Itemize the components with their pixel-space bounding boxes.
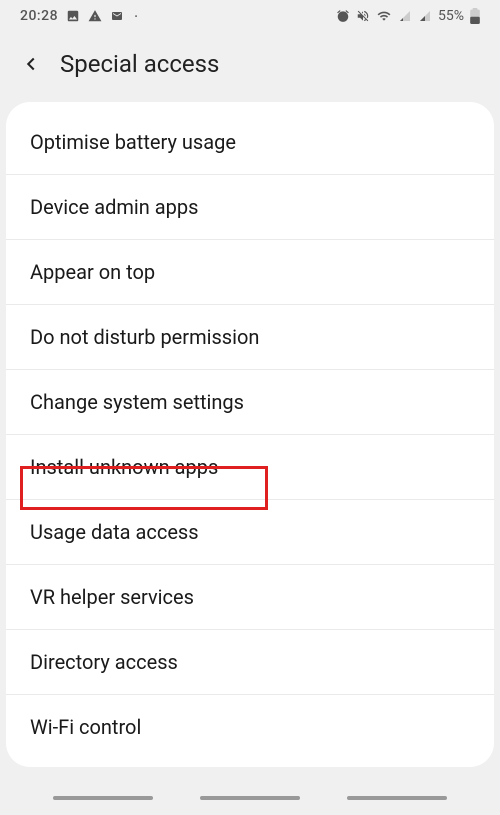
item-install-unknown-apps[interactable]: Install unknown apps: [6, 435, 494, 500]
status-left: 20:28 ·: [20, 7, 138, 26]
alarm-icon: [336, 9, 350, 23]
picture-icon: [66, 9, 80, 23]
item-label: Device admin apps: [30, 195, 198, 219]
item-label: Optimise battery usage: [30, 130, 236, 154]
item-optimise-battery-usage[interactable]: Optimise battery usage: [6, 110, 494, 175]
mute-icon: [356, 9, 370, 23]
item-label: Change system settings: [30, 390, 244, 414]
battery-percent: 55%: [438, 8, 464, 24]
item-appear-on-top[interactable]: Appear on top: [6, 240, 494, 305]
settings-list: Optimise battery usage Device admin apps…: [6, 102, 494, 767]
signal-icon-1: [398, 10, 412, 22]
battery-icon: [470, 8, 480, 24]
item-directory-access[interactable]: Directory access: [6, 630, 494, 695]
item-do-not-disturb-permission[interactable]: Do not disturb permission: [6, 305, 494, 370]
wifi-icon: [376, 9, 392, 23]
more-icon: ·: [134, 7, 138, 26]
item-label: Usage data access: [30, 520, 199, 544]
nav-home[interactable]: [200, 796, 300, 800]
page-title: Special access: [60, 50, 219, 78]
item-wifi-control[interactable]: Wi-Fi control: [6, 695, 494, 759]
navigation-bar: [0, 789, 500, 815]
nav-back[interactable]: [347, 796, 447, 800]
status-time: 20:28: [20, 8, 58, 24]
header: Special access: [0, 32, 500, 102]
status-bar: 20:28 · 55%: [0, 0, 500, 32]
status-right: 55%: [336, 8, 480, 24]
item-usage-data-access[interactable]: Usage data access: [6, 500, 494, 565]
item-label: Directory access: [30, 650, 178, 674]
nav-recents[interactable]: [53, 796, 153, 800]
item-label: Wi-Fi control: [30, 715, 141, 739]
item-label: Install unknown apps: [30, 455, 218, 479]
item-change-system-settings[interactable]: Change system settings: [6, 370, 494, 435]
item-label: Do not disturb permission: [30, 325, 259, 349]
signal-icon-2: [418, 10, 432, 22]
item-vr-helper-services[interactable]: VR helper services: [6, 565, 494, 630]
item-device-admin-apps[interactable]: Device admin apps: [6, 175, 494, 240]
item-label: Appear on top: [30, 260, 155, 284]
warning-icon: [88, 9, 102, 23]
back-button[interactable]: [20, 53, 42, 75]
item-label: VR helper services: [30, 585, 194, 609]
mail-icon: [110, 10, 124, 22]
